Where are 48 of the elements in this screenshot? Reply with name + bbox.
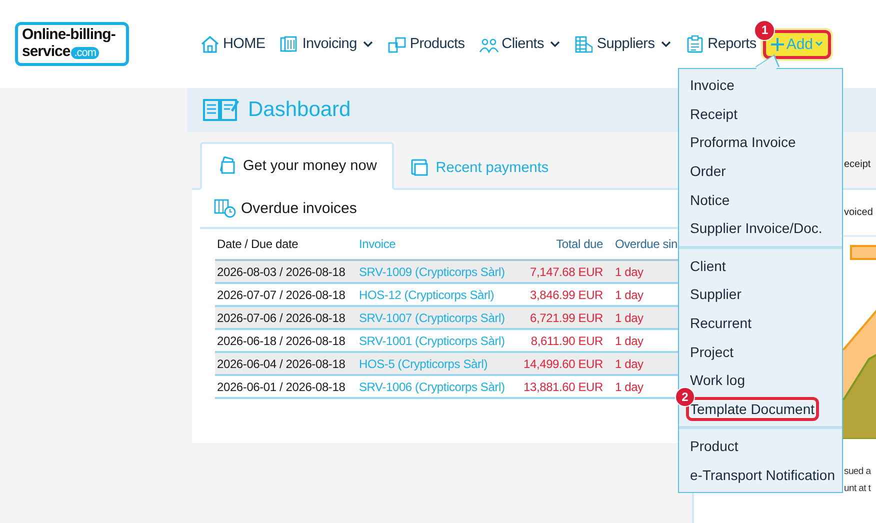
table-cell: 2026-08-03 / 2026-08-18 xyxy=(215,260,355,283)
nav-link[interactable]: Suppliers xyxy=(574,34,671,54)
menu-item[interactable]: Project xyxy=(690,344,734,360)
note-text: sued a xyxy=(844,465,872,479)
overdue-documents-icon xyxy=(214,198,236,218)
tab-label[interactable]: eceipt xyxy=(844,158,871,170)
menu-item[interactable]: Order xyxy=(690,163,726,180)
callout-badge: 1 xyxy=(754,20,776,40)
table-cell: 7,147.68 EUR xyxy=(519,260,603,283)
menu-item[interactable]: Receipt xyxy=(690,106,738,122)
logo-text: service .com xyxy=(22,43,126,62)
panel-heading: voiced xyxy=(844,207,873,218)
logo-badge: .com xyxy=(71,47,100,59)
menu-item[interactable]: e-Transport Notification xyxy=(690,467,835,484)
menu-item[interactable]: Proforma Invoice xyxy=(690,134,796,150)
clipboard-icon xyxy=(684,34,705,54)
tab[interactable]: Get your money now xyxy=(200,142,394,190)
table-cell: 6,721.99 EUR xyxy=(519,306,603,329)
nav-link[interactable]: HOME xyxy=(200,34,266,54)
section-title: Overdue invoices xyxy=(241,200,357,216)
table-cell: 2026-07-06 / 2026-08-18 xyxy=(215,306,355,329)
menu-item[interactable]: Client xyxy=(690,258,726,274)
table-cell: 2026-06-01 / 2026-08-18 xyxy=(215,375,355,398)
menu-item[interactable]: Work log xyxy=(690,372,745,388)
menu-item[interactable]: Supplier Invoice/Doc. xyxy=(690,220,822,236)
chevron-down-icon xyxy=(815,41,824,47)
menu-item[interactable]: Product xyxy=(690,438,738,454)
open-book-icon xyxy=(202,97,240,123)
house-icon xyxy=(200,34,220,54)
nav-link[interactable]: Invoicing xyxy=(279,34,373,54)
note-text: unt at t xyxy=(844,482,872,496)
menu-item[interactable]: Invoice xyxy=(690,77,734,94)
building-icon xyxy=(574,34,594,54)
plus-icon xyxy=(771,38,784,50)
table-cell: 13,881.60 EUR xyxy=(519,375,603,398)
table-cell: 14,499.60 EUR xyxy=(519,352,603,375)
documents-icon xyxy=(279,34,300,54)
page-title: Dashboard xyxy=(248,98,351,122)
nav-link[interactable]: Clients xyxy=(478,34,560,54)
table-cell: 2026-06-04 / 2026-08-18 xyxy=(215,352,355,375)
logo[interactable]: Online-billing- service .com xyxy=(15,22,129,66)
menu-item[interactable]: Notice xyxy=(690,192,730,208)
logo-text: Online-billing- xyxy=(22,26,116,43)
nav-link[interactable]: Products xyxy=(386,34,465,54)
nav-link[interactable]: Reports xyxy=(684,34,756,54)
menu-item[interactable]: Supplier xyxy=(690,286,742,302)
boxes-icon xyxy=(386,34,407,54)
menu-item[interactable]: Recurrent xyxy=(690,315,752,332)
